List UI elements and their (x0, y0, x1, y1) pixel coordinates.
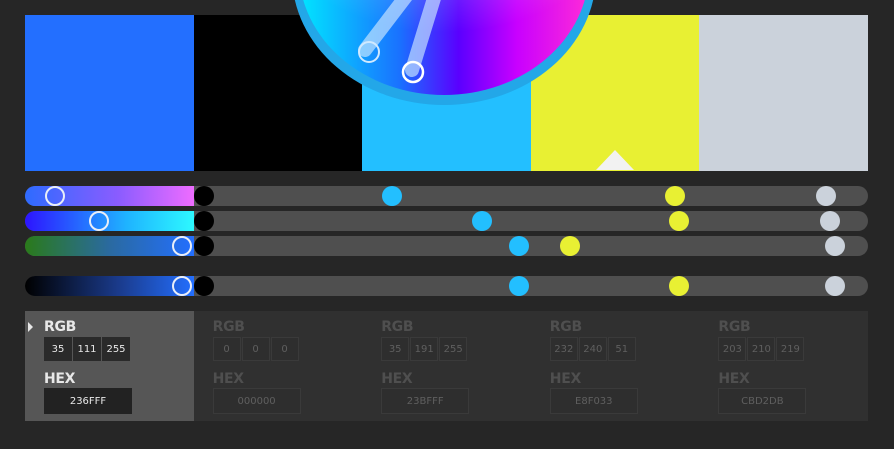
brightness-knob-3[interactable] (509, 236, 529, 256)
value-knob-5[interactable] (825, 276, 845, 296)
b-field[interactable]: 0 (270, 337, 299, 361)
r-field[interactable]: 232 (549, 337, 578, 361)
hex-field[interactable]: 236FFF (44, 388, 132, 414)
rgb-label: RGB (44, 319, 77, 335)
swatch-5[interactable] (699, 15, 868, 171)
swatch-1[interactable] (25, 15, 194, 171)
value-knob-4[interactable] (669, 276, 689, 296)
hex-label: HEX (549, 371, 581, 387)
color-column-2[interactable]: RGB 0 0 0 HEX 000000 (194, 311, 363, 421)
saturation-knob-5[interactable] (820, 211, 840, 231)
brightness-knob-2[interactable] (194, 236, 214, 256)
hue-knob-active[interactable] (45, 186, 65, 206)
saturation-knob-2[interactable] (194, 211, 214, 231)
selected-caret-icon (28, 322, 33, 332)
rgb-label: RGB (549, 319, 582, 335)
hex-label: HEX (212, 371, 244, 387)
brightness-knob-active[interactable] (172, 236, 192, 256)
hex-field[interactable]: CBD2DB (718, 388, 807, 414)
value-slider[interactable] (25, 276, 868, 296)
g-field[interactable]: 240 (578, 337, 607, 361)
saturation-slider[interactable] (25, 211, 868, 231)
r-field[interactable]: 35 (44, 337, 72, 361)
value-knob-active[interactable] (172, 276, 192, 296)
g-field[interactable]: 111 (73, 337, 101, 361)
rgb-fields: 35 191 255 (381, 337, 468, 361)
rgb-label: RGB (381, 319, 414, 335)
b-field[interactable]: 255 (102, 337, 130, 361)
hex-label: HEX (381, 371, 413, 387)
color-column-3[interactable]: RGB 35 191 255 HEX 23BFFF (362, 311, 531, 421)
g-field[interactable]: 191 (410, 337, 439, 361)
b-field[interactable]: 255 (439, 337, 468, 361)
hex-field[interactable]: E8F033 (549, 388, 638, 414)
hex-label: HEX (718, 371, 750, 387)
r-field[interactable]: 35 (381, 337, 410, 361)
b-field[interactable]: 51 (607, 337, 636, 361)
brightness-gradient (25, 236, 194, 256)
rgb-fields: 203 210 219 (718, 337, 805, 361)
color-column-4[interactable]: RGB 232 240 51 HEX E8F033 (531, 311, 700, 421)
saturation-knob-4[interactable] (669, 211, 689, 231)
rgb-label: RGB (212, 319, 245, 335)
color-column-5[interactable]: RGB 203 210 219 HEX CBD2DB (699, 311, 868, 421)
hue-knob-2[interactable] (194, 186, 214, 206)
brightness-knob-5[interactable] (825, 236, 845, 256)
g-field[interactable]: 0 (241, 337, 270, 361)
value-knob-3[interactable] (509, 276, 529, 296)
hue-knob-3[interactable] (382, 186, 402, 206)
saturation-knob-3[interactable] (472, 211, 492, 231)
color-values-panel: RGB 35 111 255 HEX 236FFF RGB 0 0 0 HEX … (25, 311, 868, 421)
rgb-fields: 35 111 255 (44, 337, 130, 361)
hex-field[interactable]: 000000 (212, 388, 301, 414)
r-field[interactable]: 203 (718, 337, 747, 361)
color-column-1[interactable]: RGB 35 111 255 HEX 236FFF (25, 311, 194, 421)
value-gradient (25, 276, 194, 296)
r-field[interactable]: 0 (212, 337, 241, 361)
hue-knob-4[interactable] (665, 186, 685, 206)
saturation-knob-active[interactable] (89, 211, 109, 231)
b-field[interactable]: 219 (776, 337, 805, 361)
hue-slider[interactable] (25, 186, 868, 206)
brightness-slider[interactable] (25, 236, 868, 256)
brightness-knob-4[interactable] (560, 236, 580, 256)
selected-swatch-indicator (596, 150, 634, 170)
rgb-fields: 232 240 51 (549, 337, 636, 361)
hex-label: HEX (44, 371, 76, 387)
hex-field[interactable]: 23BFFF (381, 388, 470, 414)
saturation-gradient (25, 211, 194, 231)
rgb-label: RGB (718, 319, 751, 335)
value-knob-2[interactable] (194, 276, 214, 296)
g-field[interactable]: 210 (747, 337, 776, 361)
rgb-fields: 0 0 0 (212, 337, 299, 361)
hue-knob-5[interactable] (816, 186, 836, 206)
